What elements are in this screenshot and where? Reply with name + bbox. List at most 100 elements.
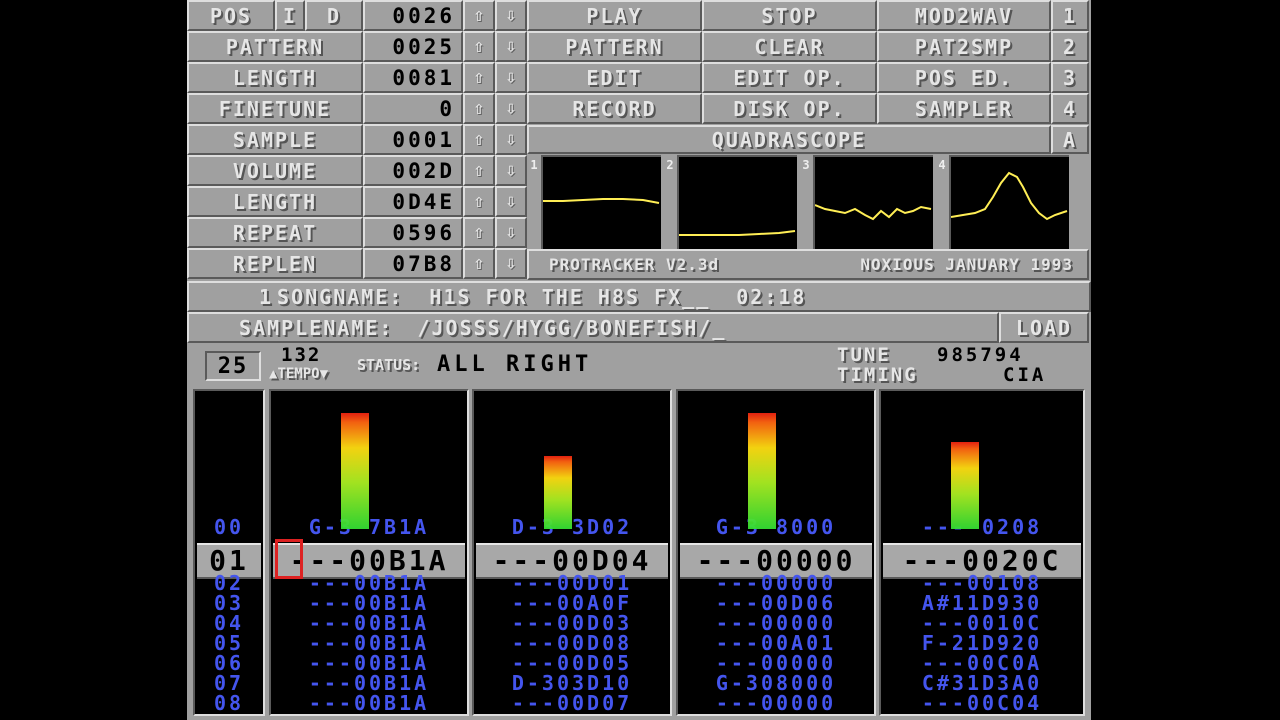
pattern-row[interactable]: ---00000 — [678, 693, 874, 713]
value-length: 0081 — [363, 62, 463, 93]
pattern-row[interactable]: ---00D03 — [474, 613, 670, 633]
row-number: 07 — [213, 671, 245, 695]
pattern-row[interactable]: --- 0208 — [881, 517, 1083, 537]
screen-button-2[interactable]: 2 — [1051, 31, 1089, 62]
pos-ed-button[interactable]: POS ED. — [877, 62, 1051, 93]
song-time: 02:18 — [736, 284, 807, 309]
waveform-1 — [543, 198, 660, 204]
pattern-row[interactable]: ---00B1A — [271, 673, 467, 693]
pattern-row[interactable]: ---00C04 — [881, 693, 1083, 713]
channel-4-pane[interactable]: --- 0208 ---0020C ---00108 A#11D930 ---0010C… — [879, 389, 1085, 716]
tune-value: 985794 — [937, 344, 1024, 366]
pattern-row[interactable]: C#31D3A0 — [881, 673, 1083, 693]
mod2wav-button[interactable]: MOD2WAV — [877, 0, 1051, 31]
pattern-row[interactable]: ---00A0F — [474, 593, 670, 613]
pattern-row[interactable]: ---00C0A — [881, 653, 1083, 673]
edit-button[interactable]: EDIT — [527, 62, 702, 93]
pattern-row[interactable]: ---00D05 — [474, 653, 670, 673]
arrow-up-icon[interactable]: ⇧ — [463, 155, 495, 186]
load-button[interactable]: LOAD — [999, 312, 1089, 343]
pattern-row[interactable]: ---00D01 — [474, 573, 670, 593]
status-label: STATUS: — [357, 356, 421, 374]
screen-button-1[interactable]: 1 — [1051, 0, 1089, 31]
tempo-control[interactable]: ▲TEMPO▼ — [269, 366, 328, 382]
scope-channel-tag-1[interactable]: 1 — [527, 155, 541, 249]
pattern-row[interactable]: ---00D07 — [474, 693, 670, 713]
pattern-row[interactable]: ---00B1A — [271, 613, 467, 633]
songname-value[interactable]: H1S FOR THE H8S FX__ — [429, 285, 710, 309]
scope-channel-2[interactable] — [677, 155, 797, 249]
pattern-row[interactable]: ---00D08 — [474, 633, 670, 653]
pat2smp-button[interactable]: PAT2SMP — [877, 31, 1051, 62]
pattern-button[interactable]: PATTERN — [527, 31, 702, 62]
arrow-up-icon[interactable]: ⇧ — [463, 124, 495, 155]
songname-bar[interactable]: 1 SONGNAME: H1S FOR THE H8S FX__ 02:18 — [187, 281, 1091, 312]
arrow-down-icon[interactable]: ⇩ — [495, 124, 527, 155]
arrow-up-icon[interactable]: ⇧ — [463, 62, 495, 93]
stop-button[interactable]: STOP — [702, 0, 877, 31]
pattern-row[interactable]: ---00108 — [881, 573, 1083, 593]
pattern-row[interactable]: G-3 8000 — [678, 517, 874, 537]
screen-button-4[interactable]: 4 — [1051, 93, 1089, 124]
arrow-down-icon[interactable]: ⇩ — [495, 217, 527, 248]
channel-2-pane[interactable]: D-3 3D02 ---00D04 ---00D01 ---00A0F ---00D03… — [472, 389, 672, 716]
pattern-row[interactable]: G-3 7B1A — [271, 517, 467, 537]
pattern-row[interactable]: ---00000 — [678, 613, 874, 633]
arrow-up-icon[interactable]: ⇧ — [463, 186, 495, 217]
disk-op-button[interactable]: DISK OP. — [702, 93, 877, 124]
pattern-row[interactable]: ---00B1A — [271, 633, 467, 653]
pattern-row[interactable]: ---00000 — [678, 653, 874, 673]
tempo-value: 132 — [281, 344, 322, 366]
samplename-value[interactable]: /JOSSS/HYGG/BONEFISH/_ — [417, 316, 726, 340]
pattern-row[interactable]: ---00B1A — [271, 653, 467, 673]
pattern-row[interactable]: A#11D930 — [881, 593, 1083, 613]
pattern-row[interactable]: D-3 3D02 — [474, 517, 670, 537]
arrow-down-icon[interactable]: ⇩ — [495, 0, 527, 31]
arrow-down-icon[interactable]: ⇩ — [495, 186, 527, 217]
arrow-down-icon[interactable]: ⇩ — [495, 248, 527, 279]
edit-op-button[interactable]: EDIT OP. — [702, 62, 877, 93]
scope-channel-1[interactable] — [541, 155, 661, 249]
sampler-button[interactable]: SAMPLER — [877, 93, 1051, 124]
scope-channel-4[interactable] — [949, 155, 1069, 249]
arrow-up-icon[interactable]: ⇧ — [463, 248, 495, 279]
scope-mode-button[interactable]: A — [1051, 125, 1089, 154]
value-pattern: 0025 — [363, 31, 463, 62]
samplename-bar[interactable]: SAMPLENAME: /JOSSS/HYGG/BONEFISH/_ — [187, 312, 999, 343]
clear-button[interactable]: CLEAR — [702, 31, 877, 62]
pattern-row[interactable]: ---0010C — [881, 613, 1083, 633]
record-button[interactable]: RECORD — [527, 93, 702, 124]
pattern-row[interactable]: F-21D920 — [881, 633, 1083, 653]
vu-meter-3 — [748, 413, 776, 529]
pattern-row[interactable]: ---00A01 — [678, 633, 874, 653]
pattern-number-box: 25 — [205, 351, 261, 381]
arrow-up-icon[interactable]: ⇧ — [463, 31, 495, 62]
channel-3-pane[interactable]: G-3 8000 ---00000 ---00000 ---00D06 ---00000… — [676, 389, 876, 716]
pattern-row[interactable]: ---00B1A — [271, 693, 467, 713]
play-button[interactable]: PLAY — [527, 0, 702, 31]
pattern-row[interactable]: G-308000 — [678, 673, 874, 693]
pattern-row[interactable]: ---00B1A — [271, 593, 467, 613]
pattern-row[interactable]: ---00000 — [678, 573, 874, 593]
screen-button-3[interactable]: 3 — [1051, 62, 1089, 93]
edit-cursor[interactable] — [275, 539, 303, 579]
pos-insert-button[interactable]: I — [275, 0, 305, 31]
tempo-down-icon[interactable]: ▼ — [320, 366, 328, 382]
pos-delete-button[interactable]: D — [305, 0, 363, 31]
arrow-down-icon[interactable]: ⇩ — [495, 93, 527, 124]
arrow-down-icon[interactable]: ⇩ — [495, 62, 527, 93]
arrow-up-icon[interactable]: ⇧ — [463, 0, 495, 31]
scope-channel-tag-4[interactable]: 4 — [935, 155, 949, 249]
quadrascope-title[interactable]: QUADRASCOPE — [527, 125, 1051, 154]
arrow-down-icon[interactable]: ⇩ — [495, 31, 527, 62]
arrow-down-icon[interactable]: ⇩ — [495, 155, 527, 186]
arrow-up-icon[interactable]: ⇧ — [463, 217, 495, 248]
scope-channel-tag-3[interactable]: 3 — [799, 155, 813, 249]
pattern-row[interactable]: ---00D06 — [678, 593, 874, 613]
pattern-row[interactable]: D-303D10 — [474, 673, 670, 693]
scope-channel-tag-2[interactable]: 2 — [663, 155, 677, 249]
arrow-up-icon[interactable]: ⇧ — [463, 93, 495, 124]
scope-channel-3[interactable] — [813, 155, 933, 249]
vu-meter-2 — [544, 456, 572, 529]
samplename-label: SAMPLENAME: — [239, 315, 394, 340]
